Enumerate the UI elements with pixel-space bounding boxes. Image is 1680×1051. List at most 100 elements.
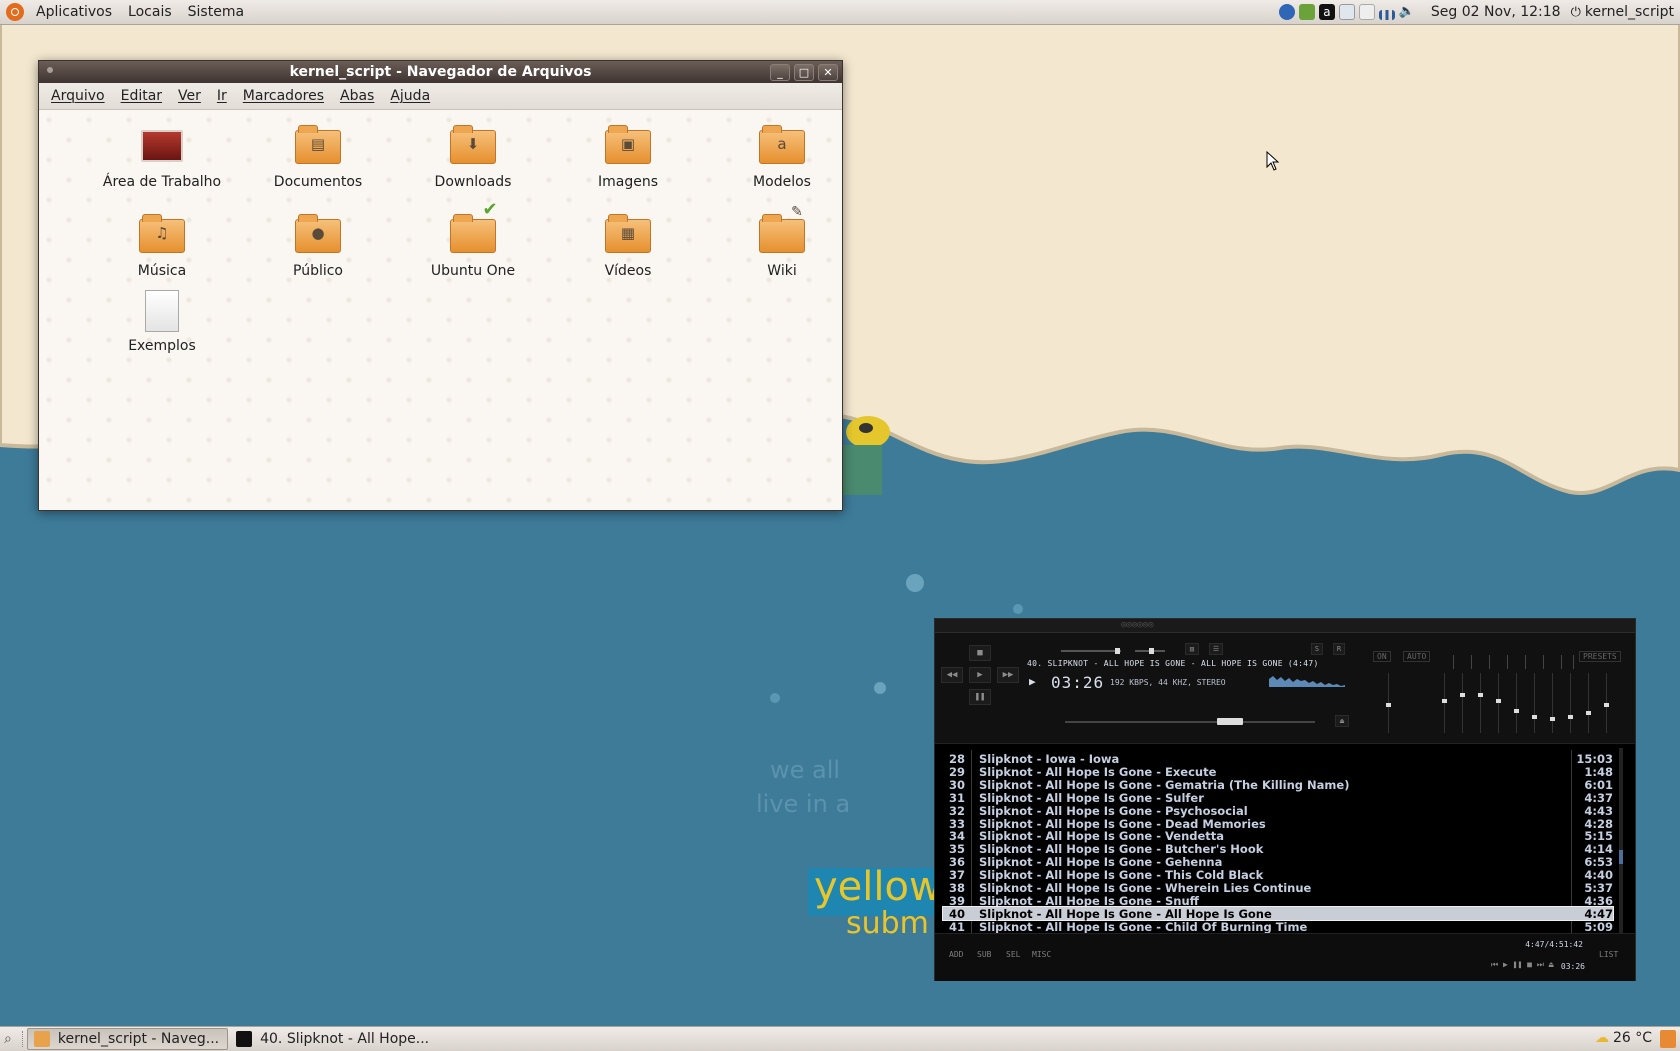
- maximize-button[interactable]: □: [794, 64, 814, 81]
- volume-icon[interactable]: 🔈: [1399, 4, 1415, 20]
- folder-label: Documentos: [273, 174, 363, 190]
- user-menu[interactable]: ⏻ kernel_script: [1571, 4, 1674, 20]
- update-notifier-icon[interactable]: [1298, 4, 1315, 20]
- folder-item-ubuntu-one[interactable]: ✔ Ubuntu One: [398, 201, 548, 280]
- track-duration: 6:01: [1584, 777, 1613, 792]
- playlist-sel-button[interactable]: SEL: [1006, 950, 1020, 959]
- menu-system[interactable]: Sistema: [180, 4, 252, 20]
- eject-button[interactable]: ⏏: [1335, 715, 1349, 727]
- folder-item-templates[interactable]: a Modelos: [707, 125, 857, 190]
- menu-go[interactable]: Ir: [209, 88, 235, 104]
- playlist-misc-button[interactable]: MISC: [1032, 950, 1051, 959]
- ubuntu-one-cloud-icon[interactable]: [1338, 4, 1355, 20]
- playing-indicator-icon: ▶: [1029, 675, 1036, 688]
- track-title: Slipknot - All Hope Is Gone - This Cold …: [979, 868, 1264, 883]
- playlist-row[interactable]: 38 Slipknot - All Hope Is Gone - Wherein …: [943, 881, 1613, 895]
- visualizer[interactable]: [1269, 673, 1345, 687]
- weather-applet[interactable]: ☁ 26 °C: [1595, 1030, 1652, 1046]
- playlist-row[interactable]: 30 Slipknot - All Hope Is Gone - Gematria…: [943, 777, 1613, 792]
- clock[interactable]: Seg 02 Nov, 12:18: [1431, 4, 1561, 20]
- trash-icon[interactable]: [1660, 1030, 1676, 1048]
- playlist-row[interactable]: 28 Slipknot - Iowa - Iowa 15:03: [943, 752, 1613, 766]
- previous-button[interactable]: ◀◀: [941, 667, 963, 683]
- menu-places[interactable]: Locais: [120, 4, 180, 20]
- folder-item-downloads[interactable]: ⬇ Downloads: [398, 125, 548, 190]
- playlist-row[interactable]: 31 Slipknot - All Hope Is Gone - Sulfer 4:…: [943, 791, 1613, 805]
- task-label: 40. Slipknot - All Hope...: [260, 1031, 430, 1047]
- player-titlebar[interactable]: ◎◎◎◎◎◎: [935, 619, 1635, 633]
- network-globe-icon[interactable]: [1278, 4, 1295, 20]
- folder-item-desktop[interactable]: Área de Trabalho: [87, 126, 237, 190]
- playlist-row[interactable]: 34 Slipknot - All Hope Is Gone - Vendetta…: [943, 829, 1613, 843]
- playlist-row[interactable]: 36 Slipknot - All Hope Is Gone - Gehenna 6…: [943, 855, 1613, 869]
- weather-temp: 26 °C: [1612, 1030, 1652, 1046]
- menu-bookmarks[interactable]: Marcadores: [235, 88, 332, 104]
- eq-sliders[interactable]: [1373, 649, 1633, 741]
- folder-label: Wiki: [767, 263, 797, 279]
- track-duration: 15:03: [1576, 752, 1613, 766]
- folder-item-public[interactable]: ● Público: [243, 214, 393, 279]
- pause-button[interactable]: ❚❚: [969, 689, 991, 705]
- folder-item-wiki[interactable]: ✎ Wiki: [707, 204, 857, 279]
- track-number: 38: [948, 881, 965, 895]
- time-display[interactable]: 03:26: [1051, 673, 1104, 692]
- track-duration: 1:48: [1584, 764, 1613, 779]
- playlist-row[interactable]: 40 Slipknot - All Hope Is Gone - All Hope…: [942, 905, 1614, 921]
- playlist-toggle-button[interactable]: ☰: [1209, 643, 1223, 655]
- track-title: Slipknot - All Hope Is Gone - All Hope I…: [979, 906, 1272, 921]
- menu-help[interactable]: Ajuda: [382, 88, 438, 104]
- playlist-row[interactable]: 39 Slipknot - All Hope Is Gone - Snuff 4:3…: [943, 894, 1613, 908]
- notes-icon[interactable]: [1358, 4, 1375, 20]
- playlist-list-button[interactable]: LIST: [1599, 950, 1618, 959]
- equalizer-toggle-button[interactable]: ▥: [1185, 643, 1199, 655]
- ubuntu-logo-icon[interactable]: [6, 3, 24, 21]
- playlist-sub-button[interactable]: SUB: [977, 950, 991, 959]
- bottom-taskbar: ⌕ kernel_script - Naveg... 40. Slipknot …: [0, 1026, 1680, 1051]
- audacious-tray-icon[interactable]: a: [1318, 4, 1335, 20]
- stop-button[interactable]: ■: [969, 645, 991, 661]
- folder-item-videos[interactable]: ▦ Vídeos: [553, 214, 703, 279]
- menu-view[interactable]: Ver: [170, 88, 209, 104]
- folder-item-music[interactable]: ♫ Música: [87, 214, 237, 279]
- menu-edit[interactable]: Editar: [113, 88, 170, 104]
- menu-tabs[interactable]: Abas: [332, 88, 382, 104]
- minimize-button[interactable]: _: [770, 64, 790, 81]
- menu-file[interactable]: Arquivo: [43, 88, 113, 104]
- next-button[interactable]: ▶▶: [997, 667, 1019, 683]
- task-audacious[interactable]: 40. Slipknot - All Hope...: [230, 1029, 437, 1049]
- playlist-row[interactable]: 37 Slipknot - All Hope Is Gone - This Col…: [943, 868, 1613, 883]
- show-desktop-search-icon[interactable]: ⌕: [4, 1031, 12, 1047]
- playlist-row[interactable]: 29 Slipknot - All Hope Is Gone - Execute 1…: [943, 764, 1613, 779]
- playlist-scrollbar[interactable]: [1619, 748, 1623, 934]
- shuffle-button[interactable]: S: [1311, 643, 1323, 655]
- menu-applications[interactable]: Aplicativos: [28, 4, 120, 20]
- playlist-row[interactable]: 32 Slipknot - All Hope Is Gone - Psychoso…: [943, 803, 1613, 818]
- folder-item-documents[interactable]: ▤ Documentos: [243, 125, 393, 190]
- seek-bar[interactable]: [1065, 718, 1315, 725]
- file-item-examples[interactable]: Exemplos: [87, 290, 237, 354]
- balance-slider[interactable]: [1135, 648, 1165, 654]
- window-titlebar[interactable]: kernel_script - Navegador de Arquivos _ …: [39, 61, 842, 83]
- volume-slider[interactable]: [1061, 648, 1121, 654]
- window-menu-icon[interactable]: [47, 67, 53, 73]
- track-number: 41: [948, 919, 965, 934]
- playlist[interactable]: 28 Slipknot - Iowa - Iowa 15:03 29 Slipknot …: [935, 743, 1635, 947]
- folder-label: Modelos: [753, 174, 811, 190]
- playlist-row[interactable]: 33 Slipknot - All Hope Is Gone - Dead Mem…: [943, 817, 1613, 831]
- mini-transport-buttons[interactable]: ⏮ ▶ ❚❚ ■ ⏭ ⏏: [1491, 960, 1554, 970]
- examples-file-icon: [145, 290, 179, 332]
- track-number: 32: [948, 803, 965, 818]
- play-button[interactable]: ▶: [969, 667, 991, 683]
- close-button[interactable]: ✕: [818, 64, 838, 81]
- file-icon-view[interactable]: Área de Trabalho ▤ Documentos ⬇ Download…: [39, 110, 842, 510]
- track-title: Slipknot - All Hope Is Gone - Psychosoci…: [979, 803, 1248, 818]
- playlist-add-button[interactable]: ADD: [949, 950, 963, 959]
- task-file-manager[interactable]: kernel_script - Naveg...: [26, 1028, 229, 1050]
- folder-label: Ubuntu One: [430, 263, 516, 279]
- wiki-folder-icon: ✎: [759, 204, 805, 253]
- repeat-button[interactable]: R: [1333, 643, 1345, 655]
- playlist-row[interactable]: 41 Slipknot - All Hope Is Gone - Child Of…: [943, 919, 1613, 934]
- playlist-row[interactable]: 35 Slipknot - All Hope Is Gone - Butcher'…: [943, 842, 1613, 856]
- folder-item-pictures[interactable]: ▣ Imagens: [553, 125, 703, 190]
- signal-strength-icon[interactable]: [1378, 10, 1395, 20]
